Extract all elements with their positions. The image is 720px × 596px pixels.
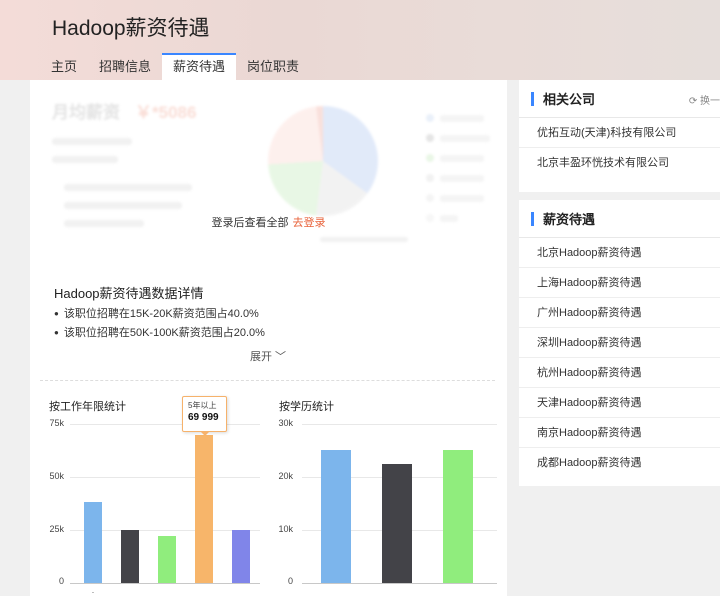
y-tick: 25k [49,524,64,534]
legend-dot [426,134,434,142]
y-tick: 30k [278,418,293,428]
accent-bar [531,91,534,106]
refresh-button[interactable]: ⟳ 换一 [689,92,720,107]
salary-title: 月均薪资 [52,103,120,122]
legend-dot [426,114,434,122]
salary-city-link[interactable]: 上海Hadoop薪资待遇 [519,268,720,298]
login-link[interactable]: 去登录 [293,217,326,229]
bar[interactable] [121,530,139,583]
page-title: Hadoop薪资待遇 [52,17,210,40]
experience-chart-title: 按工作年限统计 [49,401,126,413]
y-tick: 50k [49,471,64,481]
tooltip-arrow [200,431,210,436]
bar[interactable] [195,435,213,583]
bar[interactable] [382,464,412,583]
blur-line [64,202,182,209]
bar[interactable] [84,502,102,583]
divider [40,380,495,381]
tooltip-label: 5年以上 [188,401,217,410]
refresh-icon: ⟳ [688,96,700,107]
bar[interactable] [321,450,351,583]
login-prompt: 登录后查看全部 去登录 [30,214,507,230]
salary-city-link[interactable]: 广州Hadoop薪资待遇 [519,298,720,328]
salary-links-header: 薪资待遇 [519,200,720,238]
salary-city-link[interactable]: 杭州Hadoop薪资待遇 [519,358,720,388]
x-axis [70,583,260,584]
salary-city-link[interactable]: 深圳Hadoop薪资待遇 [519,328,720,358]
tab-jobs[interactable]: 招聘信息 [88,53,162,80]
bar[interactable] [443,450,473,583]
blur-line [52,156,118,163]
accent-bar [531,211,534,226]
y-tick: 0 [287,576,293,586]
grid-line [70,424,260,425]
salary-links-panel: 薪资待遇 北京Hadoop薪资待遇 上海Hadoop薪资待遇 广州Hadoop薪… [519,200,720,486]
refresh-label: 换一 [700,96,720,107]
tab-duties[interactable]: 岗位职责 [236,53,310,80]
company-link[interactable]: 北京丰盈环恍技术有限公司 [519,148,720,178]
legend-dot [426,154,434,162]
chart-tooltip: 5年以上 69 999 [182,396,227,432]
bar[interactable] [158,536,176,583]
salary-links-title: 薪资待遇 [543,212,596,227]
education-chart-title: 按学历统计 [279,401,334,413]
detail-item: 该职位招聘在50K-100K薪资范围占20.0% [54,324,265,340]
related-companies-panel: 相关公司 ⟳ 换一 优拓互动(天津)科技有限公司 北京丰盈环恍技术有限公司 [519,80,720,192]
blur-line [320,237,408,242]
main-panel: 月均薪资 ￥*5086 登录后查看全部去登录 Hadoop薪资待遇数据详情 该职… [30,80,507,596]
x-label: · [91,587,95,596]
legend-item [440,135,490,142]
related-companies-title: 相关公司 [543,92,596,107]
blur-line [52,138,132,145]
details-title: Hadoop薪资待遇数据详情 [54,286,204,301]
legend-item [440,155,484,162]
grid-line [302,424,497,425]
y-tick: 75k [49,418,64,428]
legend-item [440,115,484,122]
salary-city-link[interactable]: 天津Hadoop薪资待遇 [519,388,720,418]
tab-home[interactable]: 主页 [40,53,88,80]
expand-button[interactable]: 展开 ﹀ [250,348,286,364]
salary-pie-chart [268,106,378,216]
salary-amount: ￥*5086 [135,103,197,122]
salary-city-link[interactable]: 南京Hadoop薪资待遇 [519,418,720,448]
legend-item [440,195,484,202]
y-tick: 0 [58,576,64,586]
detail-item: 该职位招聘在15K-20K薪资范围占40.0% [54,305,259,321]
tab-salary[interactable]: 薪资待遇 [162,53,237,80]
legend-dot [426,194,434,202]
page-header: Hadoop薪资待遇 主页 招聘信息 薪资待遇 岗位职责 [0,0,720,80]
grid-line [70,477,260,478]
company-link[interactable]: 优拓互动(天津)科技有限公司 [519,118,720,148]
tooltip-value: 69 999 [188,412,219,423]
related-companies-header: 相关公司 ⟳ 换一 [519,80,720,118]
login-tip-text: 登录后查看全部 [211,217,289,229]
nav-tabs: 主页 招聘信息 薪资待遇 岗位职责 [40,53,310,80]
legend-item [440,175,484,182]
salary-city-link[interactable]: 成都Hadoop薪资待遇 [519,448,720,478]
legend-dot [426,174,434,182]
salary-summary-blurred: 月均薪资 ￥*5086 [30,80,507,260]
x-axis [302,583,497,584]
blur-line [64,184,192,191]
y-tick: 10k [278,524,293,534]
bar[interactable] [232,530,250,583]
y-tick: 20k [278,471,293,481]
salary-city-link[interactable]: 北京Hadoop薪资待遇 [519,238,720,268]
